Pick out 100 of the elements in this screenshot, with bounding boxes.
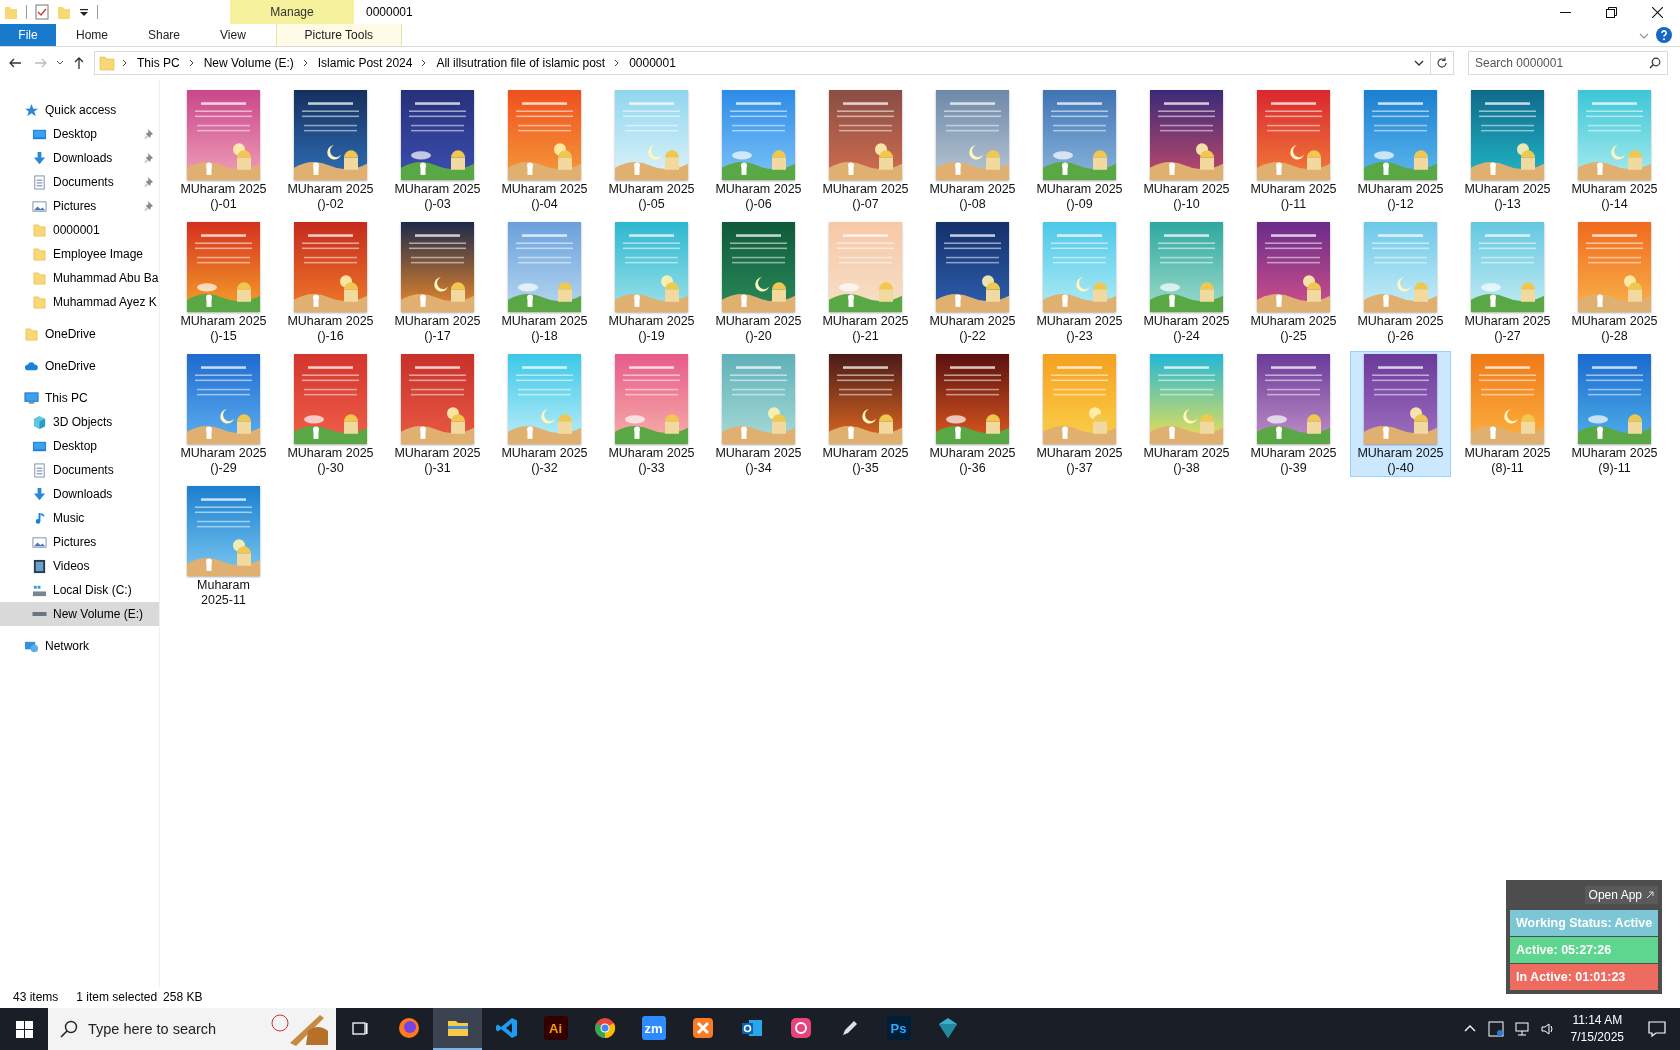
nav-item[interactable]: OneDrive xyxy=(0,322,159,346)
file-item[interactable]: MUharam 2025 ()-27 xyxy=(1457,219,1558,345)
close-icon[interactable] xyxy=(1651,6,1663,18)
file-item[interactable]: MUharam 2025 ()-03 xyxy=(387,87,488,213)
file-item[interactable]: MUharam 2025 ()-13 xyxy=(1457,87,1558,213)
file-item[interactable]: MUharam 2025 ()-19 xyxy=(601,219,702,345)
ribbon-tab[interactable]: Share xyxy=(128,24,201,46)
file-item[interactable]: MUharam 2025 ()-15 xyxy=(173,219,274,345)
file-item[interactable]: MUharam 2025 (9)-11 xyxy=(1564,351,1665,477)
ribbon-tab[interactable]: File xyxy=(0,24,56,46)
refresh-icon[interactable] xyxy=(1436,57,1448,69)
nav-item[interactable]: Downloads xyxy=(0,482,159,506)
file-item[interactable]: MUharam 2025 ()-40 xyxy=(1350,351,1451,477)
breadcrumb[interactable]: Islamic Post 2024 xyxy=(311,56,419,70)
restore-icon[interactable] xyxy=(1605,6,1617,18)
file-item[interactable]: MUharam 2025 ()-09 xyxy=(1029,87,1130,213)
file-item[interactable]: MUharam 2025 ()-36 xyxy=(922,351,1023,477)
breadcrumb[interactable]: This PC xyxy=(131,56,186,70)
file-item[interactable]: MUharam 2025 ()-30 xyxy=(280,351,381,477)
nav-item[interactable]: 0000001 xyxy=(0,218,159,242)
task-view-icon[interactable] xyxy=(351,1020,369,1038)
file-item[interactable]: MUharam 2025 ()-22 xyxy=(922,219,1023,345)
nav-item[interactable]: OneDrive xyxy=(0,354,159,378)
file-item[interactable]: MUharam 2025 ()-20 xyxy=(708,219,809,345)
nav-item[interactable]: Pictures xyxy=(0,194,159,218)
ribbon-tab[interactable]: View xyxy=(200,24,266,46)
file-item[interactable]: MUharam 2025 ()-28 xyxy=(1564,219,1665,345)
breadcrumb[interactable]: 0000001 xyxy=(623,56,682,70)
ribbon-tab[interactable]: Picture Tools xyxy=(275,24,402,46)
nav-item[interactable]: Documents xyxy=(0,170,159,194)
open-app-link[interactable]: Open App xyxy=(1584,886,1658,904)
taskbar-clock[interactable]: 11:14 AM 7/15/2025 xyxy=(1560,1012,1634,1046)
file-item[interactable]: MUharam 2025 ()-24 xyxy=(1136,219,1237,345)
file-item[interactable]: MUharam 2025 ()-12 xyxy=(1350,87,1451,213)
help-icon[interactable] xyxy=(1656,27,1672,43)
nav-item[interactable]: This PC xyxy=(0,386,159,410)
nav-item[interactable]: Music xyxy=(0,506,159,530)
file-item[interactable]: MUharam 2025 ()-04 xyxy=(494,87,595,213)
nav-item[interactable]: Downloads xyxy=(0,146,159,170)
file-item[interactable]: MUharam 2025 ()-07 xyxy=(815,87,916,213)
file-item[interactable]: MUharam 2025 ()-14 xyxy=(1564,87,1665,213)
nav-item[interactable]: New Volume (E:) xyxy=(0,602,159,626)
file-item[interactable]: MUharam 2025 ()-08 xyxy=(922,87,1023,213)
network-icon[interactable] xyxy=(1513,1021,1530,1037)
file-item[interactable]: MUharam 2025 ()-17 xyxy=(387,219,488,345)
file-item[interactable]: MUharam 2025 ()-21 xyxy=(815,219,916,345)
ribbon-tab[interactable]: Home xyxy=(56,24,128,46)
file-item[interactable]: MUharam 2025 ()-38 xyxy=(1136,351,1237,477)
nav-item[interactable]: Muhammad Ayez K xyxy=(0,290,159,314)
file-item[interactable]: MUharam 2025 ()-18 xyxy=(494,219,595,345)
sync-icon[interactable] xyxy=(1487,1021,1504,1037)
file-item[interactable]: MUharam 2025 ()-02 xyxy=(280,87,381,213)
nav-item[interactable]: Documents xyxy=(0,458,159,482)
file-item[interactable]: MUharam 2025 ()-34 xyxy=(708,351,809,477)
file-item[interactable]: MUharam 2025 ()-10 xyxy=(1136,87,1237,213)
breadcrumb[interactable]: All illsutration file of islamic post xyxy=(430,56,612,70)
address-bar[interactable]: This PC New Volume (E:) Islamic Post 2024 All illsutration file of islamic post 0000001 xyxy=(94,51,1454,75)
file-item[interactable]: MUharam 2025 ()-39 xyxy=(1243,351,1344,477)
nav-item[interactable]: Local Disk (C:) xyxy=(0,578,159,602)
file-item[interactable]: MUharam 2025 ()-26 xyxy=(1350,219,1451,345)
nav-item[interactable]: Muhammad Abu Ba xyxy=(0,266,159,290)
nav-item[interactable]: Desktop xyxy=(0,122,159,146)
file-item[interactable]: MUharam 2025 ()-23 xyxy=(1029,219,1130,345)
back-icon[interactable] xyxy=(8,56,22,70)
file-item[interactable]: MUharam 2025 ()-05 xyxy=(601,87,702,213)
chevron-icon[interactable] xyxy=(121,59,129,67)
nav-item[interactable]: Videos xyxy=(0,554,159,578)
dropdown-icon[interactable] xyxy=(1414,58,1424,68)
file-item[interactable]: MUharam 2025 ()-35 xyxy=(815,351,916,477)
chevron-icon[interactable] xyxy=(187,59,196,67)
nav-item[interactable]: Quick access xyxy=(0,98,159,122)
nav-item[interactable]: Employee Image xyxy=(0,242,159,266)
file-item[interactable]: MUharam 2025 ()-33 xyxy=(601,351,702,477)
file-item[interactable]: MUharam 2025 ()-11 xyxy=(1243,87,1344,213)
search-field[interactable]: Search 0000001 xyxy=(1468,51,1668,75)
file-item[interactable]: MUharam 2025 ()-37 xyxy=(1029,351,1130,477)
file-item[interactable]: MUharam 2025 (8)-11 xyxy=(1457,351,1558,477)
file-item[interactable]: MUharam 2025 ()-25 xyxy=(1243,219,1344,345)
file-item[interactable]: MUharam 2025 ()-01 xyxy=(173,87,274,213)
taskbar-search-field[interactable]: Type here to search xyxy=(48,1008,336,1050)
breadcrumb[interactable]: New Volume (E:) xyxy=(197,56,300,70)
properties-icon[interactable] xyxy=(35,4,49,20)
nav-item[interactable]: Network xyxy=(0,634,159,658)
file-item[interactable]: MUharam 2025 ()-32 xyxy=(494,351,595,477)
nav-item[interactable]: Pictures xyxy=(0,530,159,554)
file-item[interactable]: MUharam 2025 ()-29 xyxy=(173,351,274,477)
volume-icon[interactable] xyxy=(1539,1021,1556,1037)
minimize-icon[interactable] xyxy=(1559,11,1571,13)
file-item[interactable]: MUharam 2025 ()-16 xyxy=(280,219,381,345)
nav-item[interactable]: Desktop xyxy=(0,434,159,458)
recent-locations-icon[interactable] xyxy=(56,59,64,67)
up-icon[interactable] xyxy=(72,56,86,70)
file-item[interactable]: MUharam 2025 ()-31 xyxy=(387,351,488,477)
taskbar-app[interactable]: Ps xyxy=(874,1008,923,1050)
taskbar-app[interactable]: Ai xyxy=(531,1008,580,1050)
notifications-icon[interactable] xyxy=(1648,1020,1666,1038)
chevron-icon[interactable] xyxy=(301,59,310,67)
nav-item[interactable]: 3D Objects xyxy=(0,410,159,434)
taskbar-app[interactable] xyxy=(433,1008,482,1050)
start-icon[interactable] xyxy=(15,1020,33,1038)
